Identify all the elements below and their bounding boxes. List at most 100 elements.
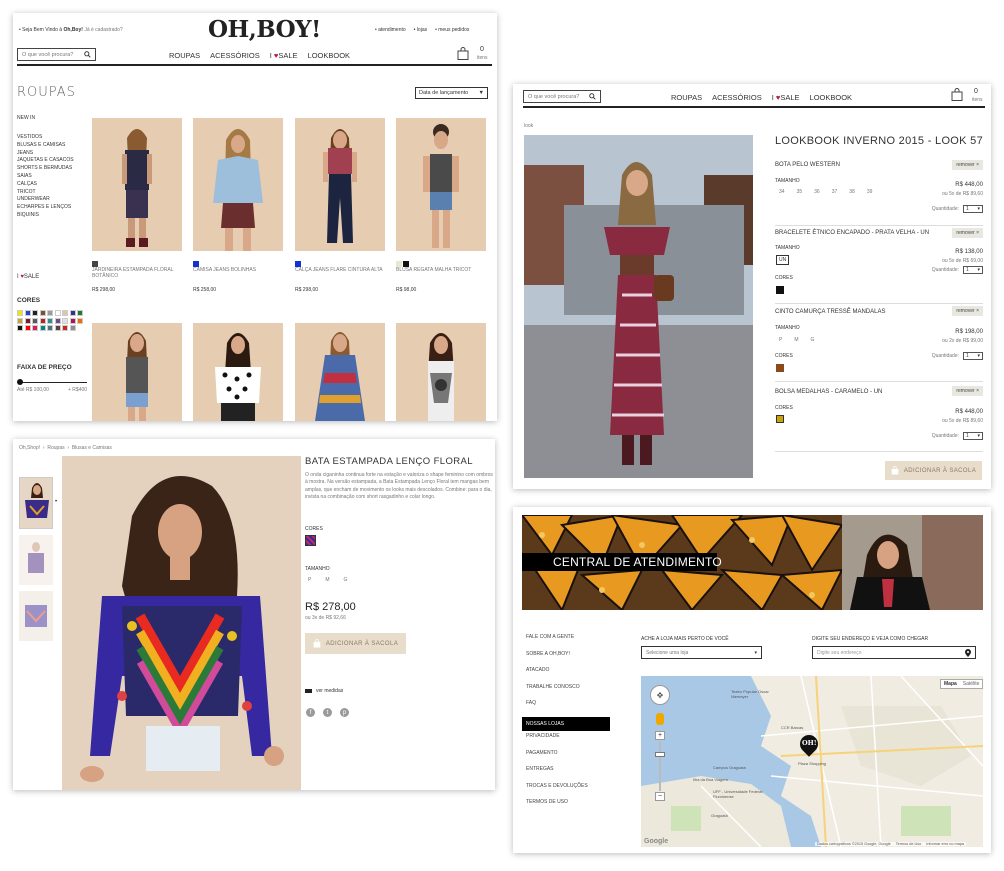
menu-privacidade[interactable]: PRIVACIDADE [522,733,610,750]
menu-faq[interactable]: FAQ [522,700,610,717]
menu-pagamento[interactable]: PAGAMENTO [522,750,610,767]
color-filter-swatch[interactable] [17,310,23,316]
menu-sobre[interactable]: SOBRE A OH,BOY! [522,651,610,668]
shopping-bag-icon[interactable] [951,88,963,101]
quantity-select[interactable]: 1 ▾ [963,266,983,274]
product-image-vestido[interactable] [295,323,385,421]
sale-link[interactable]: I ♥SALE [17,274,39,281]
quantity-select[interactable]: 1 ▾ [963,432,983,440]
brand-logo[interactable]: OH,BOY! [208,16,321,43]
twitter-icon[interactable]: t [323,708,332,717]
category-saias[interactable]: SAIAS [17,173,87,181]
thumbnail[interactable] [19,591,53,641]
facebook-icon[interactable]: f [306,708,315,717]
nav-roupas[interactable]: ROUPAS [169,51,200,60]
nav-acessorios[interactable]: ACESSÓRIOS [712,93,762,102]
color-filter-swatch[interactable] [24,317,31,324]
remove-button[interactable]: remover × [952,386,983,396]
color-filter-swatch[interactable] [32,317,38,324]
size-option[interactable]: P [779,337,782,343]
category-echarpes[interactable]: ECHARPES E LENÇOS [17,204,87,212]
category-calcas[interactable]: CALÇAS [17,181,87,189]
map-report-link[interactable]: Informar erro no mapa [926,842,964,846]
search-box[interactable]: O que você procura? [523,90,601,103]
color-swatch[interactable] [776,415,784,423]
size-option[interactable]: UN [776,255,790,265]
menu-atacado[interactable]: ATACADO [522,667,610,684]
category-shorts[interactable]: SHORTS E BERMUDAS [17,165,87,173]
nav-roupas[interactable]: ROUPAS [671,93,702,102]
color-filter-swatch[interactable] [69,317,76,324]
color-filter-swatch[interactable] [17,325,23,331]
size-option[interactable]: 35 [797,189,803,195]
menu-nossas-lojas[interactable]: NOSSAS LOJAS [522,716,610,731]
map-type-map[interactable]: Mapa [941,680,960,688]
remove-button[interactable]: remover × [952,160,983,170]
thumbnail[interactable] [19,535,53,585]
quantity-select[interactable]: 1 ▾ [963,352,983,360]
color-filter-swatch[interactable] [17,317,23,324]
top-link-lojas[interactable]: • lojas [414,27,427,33]
product-image-regata[interactable] [92,323,182,421]
menu-termos[interactable]: TERMOS DE USO [522,799,610,816]
color-filter-swatch[interactable] [77,310,83,316]
top-link-pedidos[interactable]: • meus pedidos [435,27,469,33]
size-option[interactable]: 34 [779,189,785,195]
product-name[interactable]: CALÇA JEANS FLARE CINTURA ALTA [295,267,385,273]
location-pin-icon[interactable] [965,648,971,657]
product-image-camisa[interactable] [193,118,283,251]
color-filter-swatch[interactable] [69,310,76,316]
color-filter-swatch[interactable] [39,310,46,316]
menu-fale-conosco[interactable]: FALE COM A GENTE [522,634,610,651]
top-link-atendimento[interactable]: • atendimento [375,27,406,33]
size-guide-link[interactable]: ver medidas [305,688,343,694]
pegman-icon[interactable] [656,713,664,725]
color-swatch-selected[interactable] [305,535,316,546]
nav-sale[interactable]: I ♥SALE [772,93,800,102]
breadcrumb[interactable]: look [524,123,533,129]
color-filter-swatch[interactable] [39,325,46,331]
color-filter-swatch[interactable] [62,325,68,331]
shopping-bag-icon[interactable] [457,47,469,60]
color-filter-swatch[interactable] [47,310,53,316]
remove-button[interactable]: remover × [952,228,983,238]
color-filter-swatch[interactable] [54,310,61,316]
thumbnail-active[interactable] [19,477,53,529]
remove-button[interactable]: remover × [952,306,983,316]
item-name[interactable]: BOTA PELO WESTERN [775,162,840,169]
zoom-handle[interactable] [655,752,665,757]
color-filter-swatch[interactable] [47,317,53,324]
category-new-in[interactable]: NEW IN [17,115,87,121]
sort-select[interactable]: Data de lançamento ▼ [415,87,488,99]
store-select[interactable]: Selecione uma loja ▾ [641,646,762,659]
search-icon[interactable] [589,93,596,100]
category-biquinis[interactable]: BIQUINIS [17,212,87,220]
zoom-slider[interactable] [659,741,661,791]
product-image-calca[interactable] [295,118,385,251]
color-swatch[interactable] [776,286,784,294]
color-filter-swatch[interactable] [69,325,76,331]
color-filter-swatch[interactable] [39,317,46,324]
search-box[interactable]: O que você procura? [17,48,96,61]
category-jaquetas[interactable]: JAQUETAS E CASACOS [17,157,87,165]
nav-lookbook[interactable]: LOOKBOOK [810,93,853,102]
price-slider-handle[interactable] [17,379,23,385]
size-option[interactable]: 36 [814,189,820,195]
size-option[interactable]: M [794,337,798,343]
category-blusas[interactable]: BLUSAS E CAMISAS [17,142,87,150]
menu-trabalhe[interactable]: TRABALHE CONOSCO [522,684,610,701]
size-option[interactable]: P [308,577,311,583]
color-filter-swatch[interactable] [54,317,61,324]
zoom-in-button[interactable]: + [655,731,665,740]
map-pan-control[interactable]: ✥ [650,685,670,705]
category-vestidos[interactable]: VESTIDOS [17,134,87,142]
color-filter-swatch[interactable] [62,317,68,324]
color-filter-swatch[interactable] [32,310,38,316]
menu-entregas[interactable]: ENTREGAS [522,766,610,783]
breadcrumb-item[interactable]: Roupas [47,445,64,451]
product-name[interactable]: CAMISA JEANS BOLINHAS [193,267,283,273]
item-name[interactable]: CINTO CAMURÇA TRESSÊ MANDALAS [775,309,885,316]
breadcrumb-item[interactable]: Oh,Shop! [19,445,40,451]
item-name[interactable]: BOLSA MEDALHAS - CARAMELO - UN [775,389,882,396]
size-option[interactable]: 39 [867,189,873,195]
